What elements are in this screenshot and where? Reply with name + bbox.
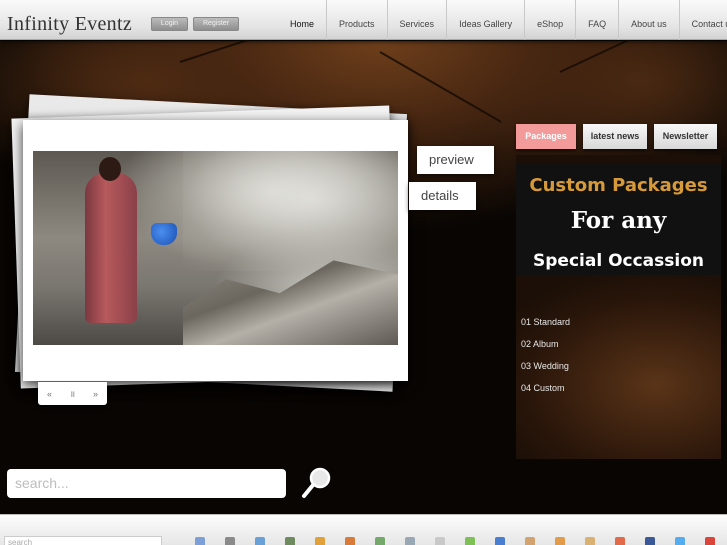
- toolbar-search-field[interactable]: search: [4, 536, 162, 545]
- package-list: 01 Standard 02 Album 03 Wedding 04 Custo…: [521, 317, 570, 405]
- search-icon[interactable]: [301, 466, 333, 500]
- site-logo[interactable]: Infinity Eventz: [7, 13, 132, 36]
- details-button[interactable]: details: [409, 182, 476, 210]
- nav-eshop[interactable]: eShop: [524, 0, 575, 40]
- previous-icon[interactable]: «: [41, 389, 59, 399]
- slideshow-frame: [23, 120, 408, 381]
- people-icon[interactable]: [555, 537, 565, 545]
- leaf-icon[interactable]: [465, 537, 475, 545]
- photo-bucket: [151, 223, 177, 245]
- nav-ideas-gallery[interactable]: Ideas Gallery: [446, 0, 524, 40]
- promo-title: Custom Packages: [529, 175, 708, 196]
- photo-smoke: [183, 151, 398, 271]
- package-item-standard[interactable]: 01 Standard: [521, 317, 570, 339]
- promo-banner: Custom Packages For any Special Occassio…: [516, 163, 721, 275]
- share-icon[interactable]: [705, 537, 715, 545]
- slideshow-photo[interactable]: [33, 151, 398, 345]
- register-button[interactable]: Register: [193, 17, 239, 31]
- wood-crack: [379, 51, 502, 123]
- pause-icon[interactable]: ॥: [64, 387, 82, 400]
- search-input[interactable]: [15, 475, 278, 491]
- main-nav: Home Products Services Ideas Gallery eSh…: [278, 0, 727, 40]
- slideshow-controls: « ॥ »: [38, 382, 107, 405]
- promo-subtitle: For any: [570, 207, 667, 234]
- browser-toolbar: search: [0, 514, 727, 545]
- nav-about-us[interactable]: About us: [618, 0, 679, 40]
- help-icon[interactable]: [195, 537, 205, 545]
- flag-icon[interactable]: [285, 537, 295, 545]
- search-box: [7, 469, 286, 498]
- photo-person: [85, 173, 137, 323]
- promo-tagline: Special Occassion: [533, 251, 704, 271]
- network-icon[interactable]: [255, 537, 265, 545]
- top-navigation-bar: Infinity Eventz Login Register Home Prod…: [0, 0, 727, 40]
- link-icon[interactable]: [405, 537, 415, 545]
- nav-services[interactable]: Services: [386, 0, 447, 40]
- next-icon[interactable]: »: [87, 389, 105, 399]
- nav-home[interactable]: Home: [278, 0, 326, 40]
- tab-latest-news[interactable]: latest news: [583, 124, 647, 149]
- tab-packages[interactable]: Packages: [516, 124, 576, 149]
- cloud-icon[interactable]: [435, 537, 445, 545]
- package-item-album[interactable]: 02 Album: [521, 339, 570, 361]
- photo-person-head: [99, 157, 121, 181]
- twitter-icon[interactable]: [675, 537, 685, 545]
- tab-newsletter[interactable]: Newsletter: [654, 124, 717, 149]
- package-item-custom[interactable]: 04 Custom: [521, 383, 570, 405]
- login-button[interactable]: Login: [151, 17, 188, 31]
- user-icon[interactable]: [525, 537, 535, 545]
- package-item-wedding[interactable]: 03 Wedding: [521, 361, 570, 383]
- packages-panel: Custom Packages For any Special Occassio…: [516, 155, 721, 459]
- info-icon[interactable]: [495, 537, 505, 545]
- camera-icon[interactable]: [585, 537, 595, 545]
- warning-icon[interactable]: [315, 537, 325, 545]
- mail-icon[interactable]: [615, 537, 625, 545]
- preview-button[interactable]: preview: [417, 146, 494, 174]
- nav-contact-us[interactable]: Contact us: [678, 0, 727, 40]
- nav-products[interactable]: Products: [326, 0, 387, 40]
- image-icon[interactable]: [225, 537, 235, 545]
- facebook-icon[interactable]: [645, 537, 655, 545]
- nav-faq[interactable]: FAQ: [575, 0, 618, 40]
- tool-icon[interactable]: [345, 537, 355, 545]
- chart-icon[interactable]: [375, 537, 385, 545]
